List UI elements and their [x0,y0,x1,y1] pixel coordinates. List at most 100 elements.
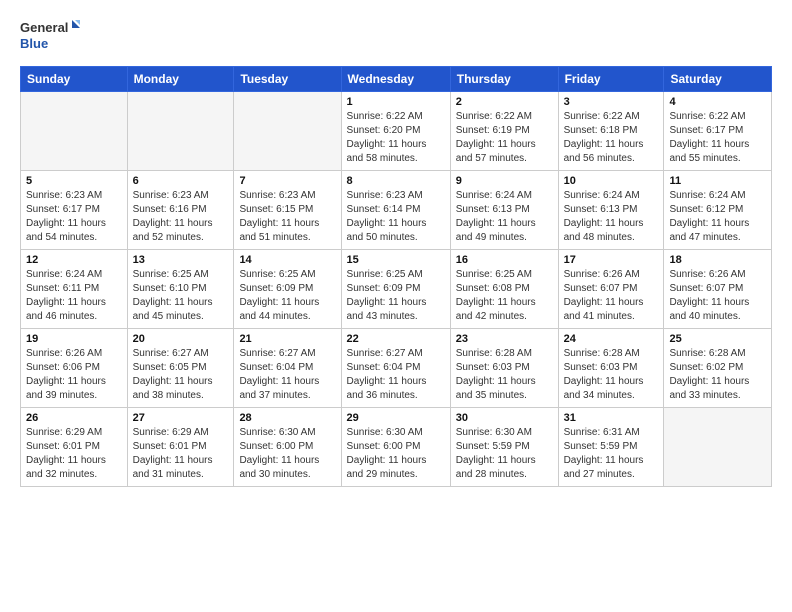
calendar-cell [664,408,772,487]
day-info: Sunrise: 6:22 AMSunset: 6:17 PMDaylight:… [669,110,766,166]
day-info: Sunrise: 6:25 AMSunset: 6:10 PMDaylight:… [133,268,229,324]
day-number: 2 [456,96,553,108]
calendar-week-row: 19 Sunrise: 6:26 AMSunset: 6:06 PMDayligh… [21,329,772,408]
day-info: Sunrise: 6:27 AMSunset: 6:04 PMDaylight:… [347,347,445,403]
calendar-cell: 12 Sunrise: 6:24 AMSunset: 6:11 PMDayligh… [21,250,128,329]
day-info: Sunrise: 6:22 AMSunset: 6:18 PMDaylight:… [564,110,659,166]
calendar-header-thursday: Thursday [450,67,558,92]
day-number: 25 [669,333,766,345]
day-number: 5 [26,175,122,187]
calendar-cell: 1 Sunrise: 6:22 AMSunset: 6:20 PMDaylight… [341,92,450,171]
calendar-cell: 27 Sunrise: 6:29 AMSunset: 6:01 PMDayligh… [127,408,234,487]
calendar-cell: 2 Sunrise: 6:22 AMSunset: 6:19 PMDaylight… [450,92,558,171]
day-number: 27 [133,412,229,424]
day-number: 13 [133,254,229,266]
calendar-cell: 16Sunrise: 6:25 AMSunset: 6:08 PMDayligh… [450,250,558,329]
calendar-cell: 31 Sunrise: 6:31 AMSunset: 5:59 PMDayligh… [558,408,664,487]
day-info: Sunrise: 6:26 AMSunset: 6:07 PMDaylight:… [564,268,659,324]
day-info: Sunrise: 6:28 AMSunset: 6:02 PMDaylight:… [669,347,766,403]
calendar-cell [127,92,234,171]
day-number: 8 [347,175,445,187]
calendar: SundayMondayTuesdayWednesdayThursdayFrid… [20,66,772,487]
calendar-cell [21,92,128,171]
day-number: 18 [669,254,766,266]
calendar-cell [234,92,341,171]
calendar-cell: 11 Sunrise: 6:24 AMSunset: 6:12 PMDayligh… [664,171,772,250]
day-info: Sunrise: 6:29 AMSunset: 6:01 PMDaylight:… [133,426,229,482]
calendar-cell: 26 Sunrise: 6:29 AMSunset: 6:01 PMDayligh… [21,408,128,487]
calendar-cell: 28 Sunrise: 6:30 AMSunset: 6:00 PMDayligh… [234,408,341,487]
day-number: 20 [133,333,229,345]
calendar-cell: 5Sunrise: 6:23 AMSunset: 6:17 PMDaylight… [21,171,128,250]
svg-text:Blue: Blue [20,36,48,51]
calendar-header-tuesday: Tuesday [234,67,341,92]
day-number: 26 [26,412,122,424]
calendar-cell: 25 Sunrise: 6:28 AMSunset: 6:02 PMDayligh… [664,329,772,408]
day-number: 17 [564,254,659,266]
calendar-cell: 4 Sunrise: 6:22 AMSunset: 6:17 PMDaylight… [664,92,772,171]
calendar-week-row: 1 Sunrise: 6:22 AMSunset: 6:20 PMDaylight… [21,92,772,171]
calendar-cell: 19 Sunrise: 6:26 AMSunset: 6:06 PMDayligh… [21,329,128,408]
day-number: 29 [347,412,445,424]
calendar-cell: 7Sunrise: 6:23 AMSunset: 6:15 PMDaylight… [234,171,341,250]
day-number: 12 [26,254,122,266]
calendar-cell: 18 Sunrise: 6:26 AMSunset: 6:07 PMDayligh… [664,250,772,329]
page: General Blue SundayMondayTuesdayWednesda… [0,0,792,612]
calendar-week-row: 12 Sunrise: 6:24 AMSunset: 6:11 PMDayligh… [21,250,772,329]
day-info: Sunrise: 6:24 AMSunset: 6:12 PMDaylight:… [669,189,766,245]
day-number: 10 [564,175,659,187]
day-info: Sunrise: 6:27 AMSunset: 6:05 PMDaylight:… [133,347,229,403]
calendar-cell: 10 Sunrise: 6:24 AMSunset: 6:13 PMDayligh… [558,171,664,250]
calendar-cell: 8Sunrise: 6:23 AMSunset: 6:14 PMDaylight… [341,171,450,250]
calendar-header-row: SundayMondayTuesdayWednesdayThursdayFrid… [21,67,772,92]
calendar-cell: 15 Sunrise: 6:25 AMSunset: 6:09 PMDayligh… [341,250,450,329]
calendar-week-row: 5Sunrise: 6:23 AMSunset: 6:17 PMDaylight… [21,171,772,250]
day-info: Sunrise: 6:27 AMSunset: 6:04 PMDaylight:… [239,347,335,403]
day-number: 19 [26,333,122,345]
day-number: 24 [564,333,659,345]
header: General Blue [20,16,772,56]
day-number: 22 [347,333,445,345]
day-info: Sunrise: 6:25 AMSunset: 6:09 PMDaylight:… [347,268,445,324]
calendar-header-monday: Monday [127,67,234,92]
day-info: Sunrise: 6:29 AMSunset: 6:01 PMDaylight:… [26,426,122,482]
calendar-cell: 6 Sunrise: 6:23 AMSunset: 6:16 PMDaylight… [127,171,234,250]
calendar-cell: 13 Sunrise: 6:25 AMSunset: 6:10 PMDayligh… [127,250,234,329]
day-info: Sunrise: 6:26 AMSunset: 6:07 PMDaylight:… [669,268,766,324]
day-info: Sunrise: 6:22 AMSunset: 6:20 PMDaylight:… [347,110,445,166]
day-number: 28 [239,412,335,424]
day-info: Sunrise: 6:22 AMSunset: 6:19 PMDaylight:… [456,110,553,166]
calendar-week-row: 26 Sunrise: 6:29 AMSunset: 6:01 PMDayligh… [21,408,772,487]
day-number: 14 [239,254,335,266]
day-info: Sunrise: 6:24 AMSunset: 6:13 PMDaylight:… [456,189,553,245]
calendar-cell: 22 Sunrise: 6:27 AMSunset: 6:04 PMDayligh… [341,329,450,408]
calendar-cell: 23Sunrise: 6:28 AMSunset: 6:03 PMDayligh… [450,329,558,408]
day-number: 6 [133,175,229,187]
logo-svg: General Blue [20,16,80,56]
day-info: Sunrise: 6:24 AMSunset: 6:13 PMDaylight:… [564,189,659,245]
day-number: 9 [456,175,553,187]
calendar-cell: 29Sunrise: 6:30 AMSunset: 6:00 PMDayligh… [341,408,450,487]
day-number: 7 [239,175,335,187]
day-info: Sunrise: 6:23 AMSunset: 6:16 PMDaylight:… [133,189,229,245]
day-number: 15 [347,254,445,266]
day-number: 11 [669,175,766,187]
day-info: Sunrise: 6:26 AMSunset: 6:06 PMDaylight:… [26,347,122,403]
day-info: Sunrise: 6:24 AMSunset: 6:11 PMDaylight:… [26,268,122,324]
day-info: Sunrise: 6:30 AMSunset: 6:00 PMDaylight:… [239,426,335,482]
calendar-header-wednesday: Wednesday [341,67,450,92]
calendar-cell: 9 Sunrise: 6:24 AMSunset: 6:13 PMDaylight… [450,171,558,250]
day-info: Sunrise: 6:30 AMSunset: 5:59 PMDaylight:… [456,426,553,482]
calendar-cell: 17 Sunrise: 6:26 AMSunset: 6:07 PMDayligh… [558,250,664,329]
day-number: 3 [564,96,659,108]
day-number: 4 [669,96,766,108]
logo: General Blue [20,16,80,56]
calendar-cell: 20 Sunrise: 6:27 AMSunset: 6:05 PMDayligh… [127,329,234,408]
day-number: 31 [564,412,659,424]
day-number: 16 [456,254,553,266]
day-info: Sunrise: 6:28 AMSunset: 6:03 PMDaylight:… [564,347,659,403]
calendar-cell: 3 Sunrise: 6:22 AMSunset: 6:18 PMDaylight… [558,92,664,171]
day-number: 1 [347,96,445,108]
svg-text:General: General [20,20,68,35]
day-info: Sunrise: 6:31 AMSunset: 5:59 PMDaylight:… [564,426,659,482]
